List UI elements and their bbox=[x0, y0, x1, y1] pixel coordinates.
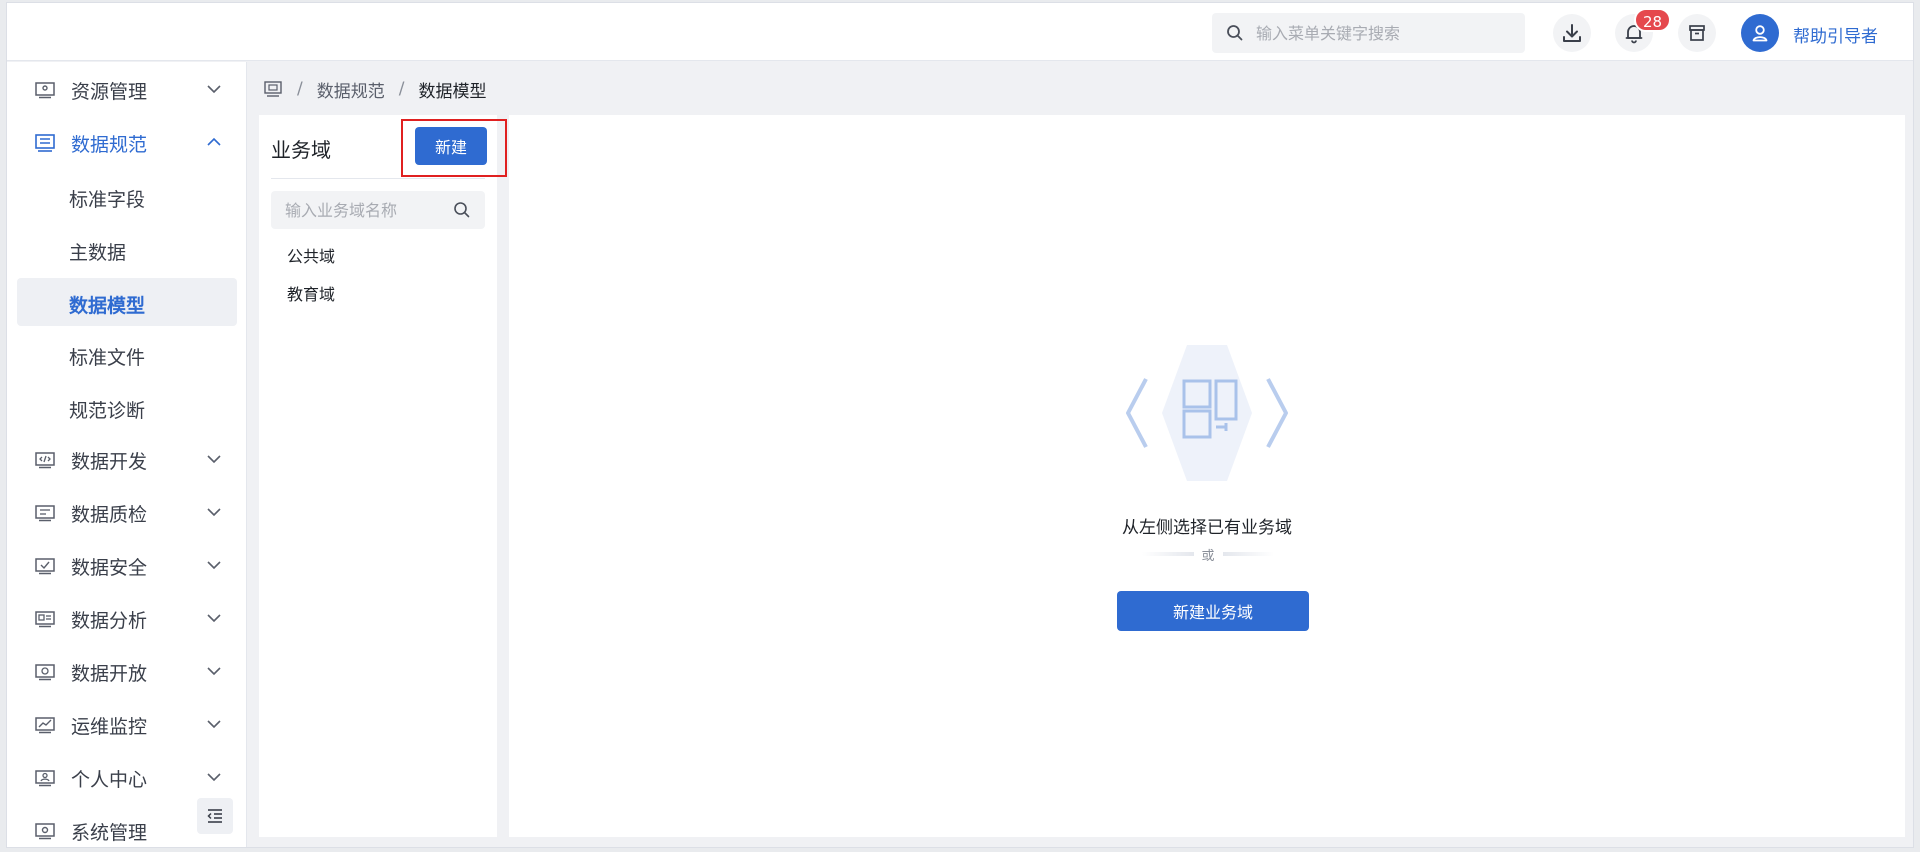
empty-state-illustration bbox=[1126, 345, 1288, 481]
sidebar-item-label: 个人中心 bbox=[71, 768, 148, 791]
breadcrumb-item-data-model: 数据模型 bbox=[418, 81, 487, 102]
archive-button[interactable] bbox=[1678, 14, 1716, 52]
sidebar-item-label: 资源管理 bbox=[71, 80, 148, 103]
notification-badge: 28 bbox=[1634, 8, 1672, 32]
code-icon bbox=[35, 452, 55, 469]
sidebar-item-data-analysis[interactable]: 数据分析 bbox=[17, 595, 237, 643]
or-label: 或 bbox=[1201, 548, 1215, 564]
resource-icon bbox=[35, 82, 55, 99]
sidebar-item-data-security[interactable]: 数据安全 bbox=[17, 542, 237, 590]
breadcrumb: / 数据规范 / 数据模型 bbox=[263, 77, 487, 102]
quality-icon bbox=[35, 505, 55, 522]
chevron-down-icon bbox=[207, 773, 221, 782]
create-business-domain-button[interactable]: 新建业务域 bbox=[1117, 591, 1309, 631]
chevron-down-icon bbox=[207, 508, 221, 517]
sidebar-item-label: 数据开放 bbox=[71, 662, 148, 685]
monitor-icon bbox=[35, 717, 55, 734]
breadcrumb-separator: / bbox=[398, 79, 405, 99]
sidebar-item-label: 系统管理 bbox=[71, 821, 148, 844]
panel-title: 业务域 bbox=[271, 138, 331, 162]
home-icon[interactable] bbox=[263, 80, 283, 98]
collapse-menu-icon bbox=[207, 809, 222, 823]
chevron-down-icon bbox=[207, 614, 221, 623]
sidebar-item-label: 数据安全 bbox=[71, 556, 148, 579]
domain-search-input[interactable] bbox=[285, 195, 445, 225]
app-window: 28 帮助引导者 资源管理 bbox=[6, 2, 1914, 848]
menu-search[interactable] bbox=[1212, 13, 1525, 53]
main-content: 从左侧选择已有业务域 或 新建业务域 bbox=[509, 115, 1905, 837]
sidebar-subitem-label: 标准文件 bbox=[69, 347, 146, 369]
search-icon bbox=[1227, 25, 1243, 41]
sidebar-item-data-quality[interactable]: 数据质检 bbox=[17, 489, 237, 537]
sidebar-subitem-label: 规范诊断 bbox=[69, 400, 146, 422]
sidebar-item-resource-management[interactable]: 资源管理 bbox=[17, 66, 237, 114]
sidebar-item-label: 数据质检 bbox=[71, 503, 148, 526]
analysis-icon bbox=[35, 611, 55, 628]
sidebar-subitem-standard-files[interactable]: 标准文件 bbox=[17, 330, 237, 378]
breadcrumb-separator: / bbox=[297, 79, 303, 99]
sidebar-item-label: 数据规范 bbox=[71, 133, 148, 156]
sidebar-item-data-standards[interactable]: 数据规范 bbox=[17, 119, 237, 167]
sidebar-item-ops-monitoring[interactable]: 运维监控 bbox=[17, 701, 237, 749]
sidebar-item-personal-center[interactable]: 个人中心 bbox=[17, 754, 237, 802]
sidebar-item-label: 数据分析 bbox=[71, 609, 148, 632]
or-divider: 或 bbox=[1142, 546, 1275, 564]
chevron-down-icon bbox=[207, 455, 221, 464]
chevron-down-icon bbox=[207, 720, 221, 729]
person-icon bbox=[35, 770, 55, 787]
domain-list-item[interactable]: 教育域 bbox=[271, 279, 485, 311]
chevron-down-icon bbox=[207, 561, 221, 570]
top-header: 28 帮助引导者 bbox=[7, 3, 1913, 61]
chevron-up-icon bbox=[207, 137, 221, 146]
open-icon bbox=[35, 664, 55, 681]
sidebar-collapse-button[interactable] bbox=[197, 798, 233, 834]
sidebar-subitem-standard-diagnosis[interactable]: 规范诊断 bbox=[17, 383, 237, 431]
archive-icon bbox=[1689, 25, 1705, 41]
sidebar-subitem-master-data[interactable]: 主数据 bbox=[17, 225, 237, 273]
divider bbox=[271, 178, 485, 179]
sidebar-item-data-open[interactable]: 数据开放 bbox=[17, 648, 237, 696]
sidebar-subitem-standard-fields[interactable]: 标准字段 bbox=[17, 172, 237, 220]
user-icon bbox=[1752, 25, 1768, 42]
sidebar-subitem-label: 数据模型 bbox=[69, 295, 146, 317]
username-link[interactable]: 帮助引导者 bbox=[1793, 22, 1878, 47]
sidebar: 资源管理 数据规范 标准字段 主数据 数据模型 标准文件 规范诊断 数据开发 数… bbox=[7, 62, 247, 847]
breadcrumb-item-data-standards[interactable]: 数据规范 bbox=[317, 77, 385, 102]
chevron-down-icon bbox=[207, 85, 221, 94]
sidebar-subitem-label: 主数据 bbox=[69, 242, 127, 264]
sidebar-subitem-data-model[interactable]: 数据模型 bbox=[17, 278, 237, 326]
sidebar-item-label: 运维监控 bbox=[71, 715, 148, 738]
search-icon[interactable] bbox=[453, 201, 471, 219]
avatar[interactable] bbox=[1741, 14, 1779, 52]
domain-search[interactable] bbox=[271, 191, 485, 229]
menu-search-input[interactable] bbox=[1256, 18, 1516, 48]
download-button[interactable] bbox=[1553, 14, 1591, 52]
system-icon bbox=[35, 823, 55, 840]
chevron-down-icon bbox=[207, 667, 221, 676]
sidebar-item-data-development[interactable]: 数据开发 bbox=[17, 436, 237, 484]
domain-list-item[interactable]: 公共域 bbox=[271, 241, 485, 273]
empty-state-text: 从左侧选择已有业务域 bbox=[1122, 518, 1292, 538]
sidebar-item-label: 数据开发 bbox=[71, 450, 148, 473]
database-icon bbox=[35, 134, 55, 152]
sidebar-subitem-label: 标准字段 bbox=[69, 189, 146, 211]
divider-line bbox=[1222, 552, 1275, 556]
download-icon bbox=[1563, 24, 1581, 42]
divider-line bbox=[1142, 552, 1194, 556]
business-domain-panel: 业务域 新建 公共域 教育域 bbox=[259, 115, 507, 837]
security-icon bbox=[35, 558, 55, 575]
new-domain-button[interactable]: 新建 bbox=[415, 127, 487, 165]
